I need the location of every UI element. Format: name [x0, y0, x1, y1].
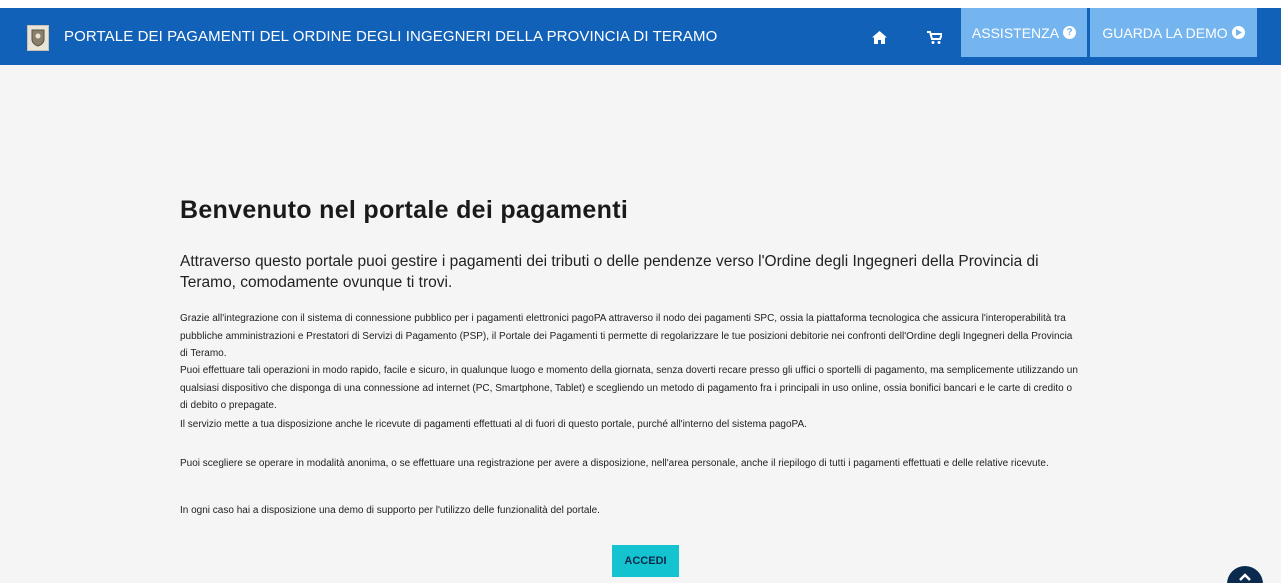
demo-label: GUARDA LA DEMO	[1102, 24, 1228, 41]
intro-paragraph-3: Il servizio mette a tua disposizione anc…	[180, 419, 807, 430]
scroll-to-top-button[interactable]	[1227, 566, 1263, 583]
page-title: Benvenuto nel portale dei pagamenti	[180, 196, 629, 224]
accedi-button[interactable]: ACCEDI	[612, 545, 679, 577]
cart-icon[interactable]	[926, 29, 942, 45]
guarda-demo-button[interactable]: GUARDA LA DEMO	[1090, 8, 1257, 57]
intro-paragraph-1: Grazie all'integrazione con il sistema d…	[180, 313, 1073, 359]
intro-paragraph-2: Puoi effettuare tali operazioni in modo …	[180, 365, 1078, 411]
assistenza-button[interactable]: ASSISTENZA ?	[961, 8, 1087, 57]
assistenza-label: ASSISTENZA	[971, 24, 1060, 41]
intro-paragraph-4: Puoi scegliere se operare in modalità an…	[180, 458, 1049, 469]
home-icon[interactable]	[871, 29, 887, 45]
portal-title[interactable]: PORTALE DEI PAGAMENTI DEL ORDINE DEGLI I…	[64, 28, 717, 45]
play-circle-icon	[1231, 26, 1245, 39]
crest-logo[interactable]	[27, 25, 49, 51]
lead-paragraph: Attraverso questo portale puoi gestire i…	[180, 253, 1039, 291]
top-strip	[0, 0, 1281, 8]
intro-paragraph-5: In ogni caso hai a disposizione una demo…	[180, 505, 600, 516]
chevron-up-icon	[1239, 573, 1251, 581]
navbar: PORTALE DEI PAGAMENTI DEL ORDINE DEGLI I…	[0, 8, 1281, 65]
question-circle-icon: ?	[1063, 26, 1077, 39]
